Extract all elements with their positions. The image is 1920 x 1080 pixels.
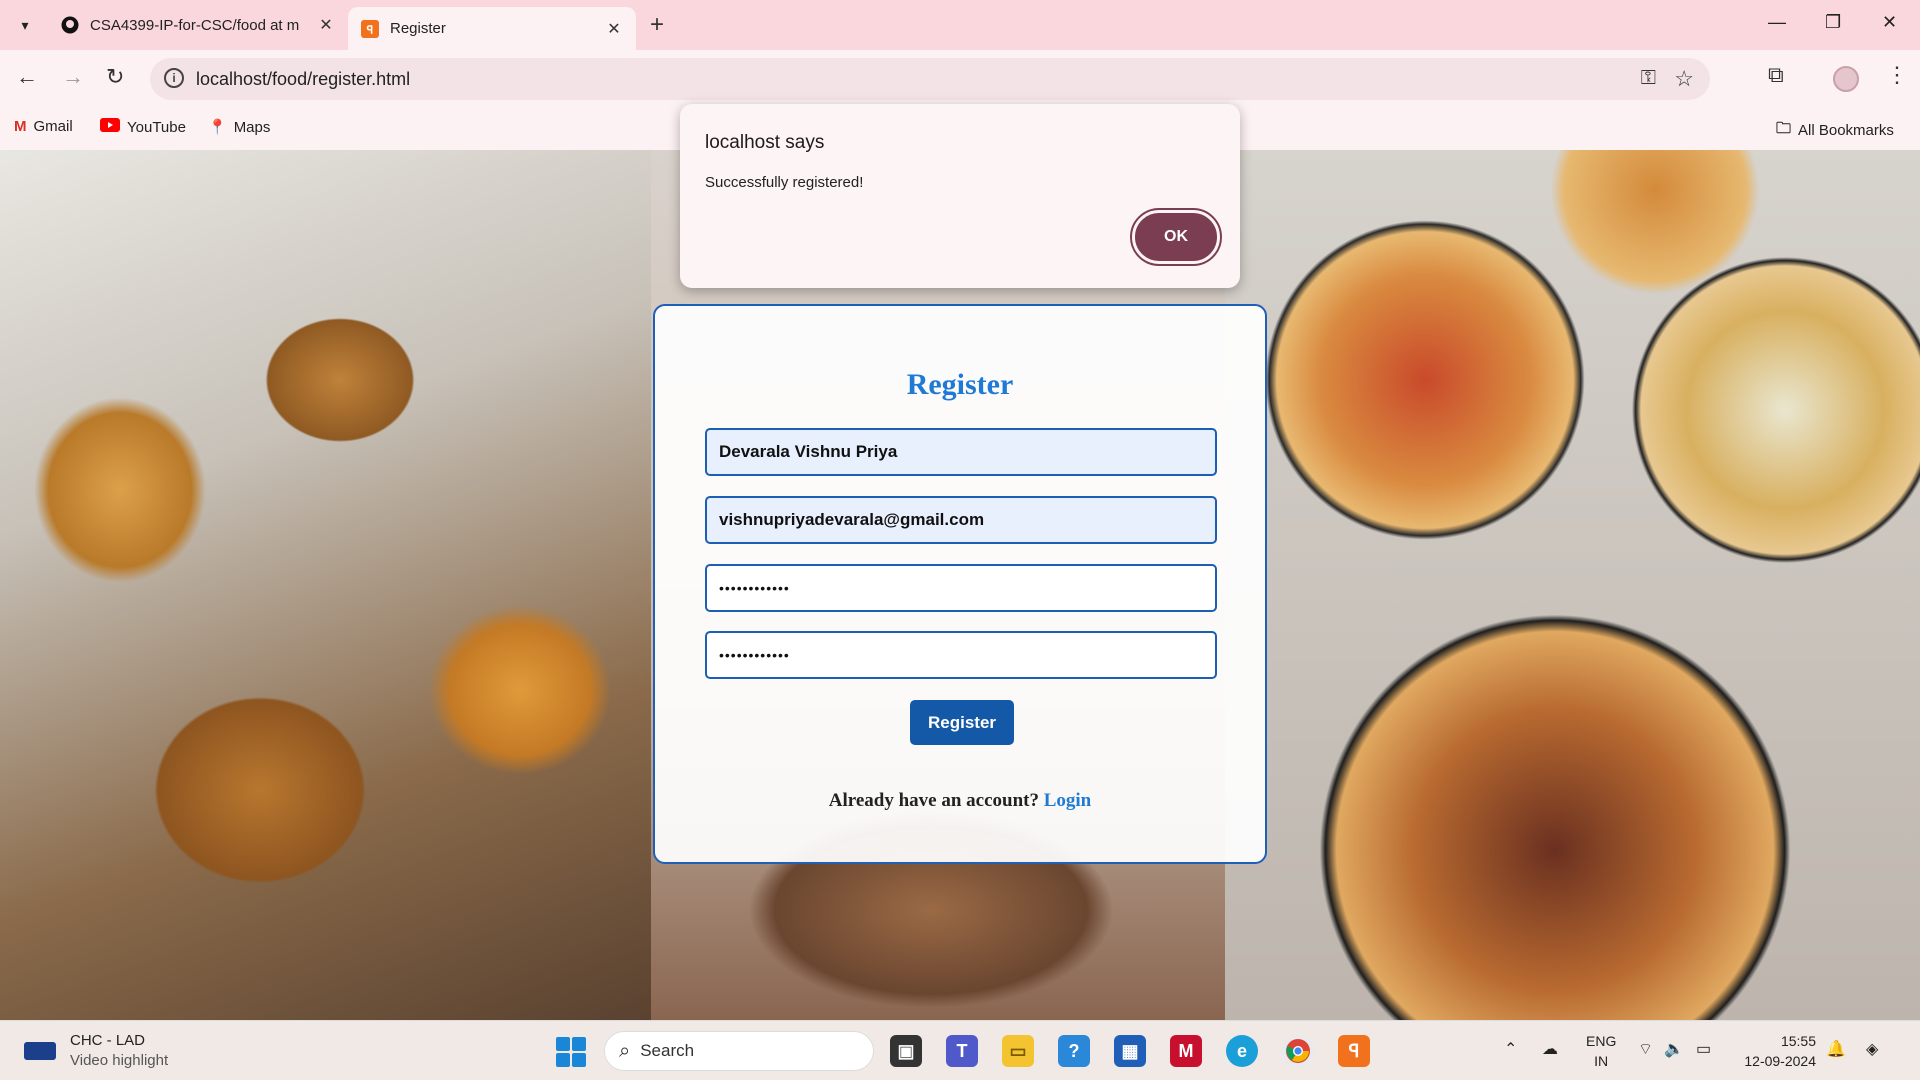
- folder-icon: 🗀: [1776, 120, 1792, 137]
- teams-icon[interactable]: T: [946, 1035, 978, 1067]
- tab-title: Register: [390, 20, 446, 37]
- bookmark-maps[interactable]: 📍 Maps: [208, 118, 271, 137]
- mlb-logo-icon: [24, 1042, 56, 1060]
- lang-top: ENG: [1586, 1033, 1617, 1049]
- mcafee-icon[interactable]: M: [1170, 1035, 1202, 1067]
- password-key-icon[interactable]: ⚿: [1641, 67, 1656, 90]
- bookmark-label: YouTube: [127, 118, 186, 136]
- dialog-title: localhost says: [705, 132, 825, 153]
- youtube-icon: [100, 118, 120, 136]
- xampp-taskbar-icon[interactable]: ꟼ: [1338, 1035, 1370, 1067]
- register-card: Register Devarala Vishnu Priya vishnupri…: [653, 304, 1267, 864]
- email-field[interactable]: vishnupriyadevarala@gmail.com: [705, 496, 1217, 544]
- file-explorer-icon[interactable]: ▭: [1002, 1035, 1034, 1067]
- bookmark-star-icon[interactable]: ☆: [1674, 66, 1694, 92]
- alert-dialog: localhost says Successfully registered! …: [680, 104, 1240, 288]
- ok-button[interactable]: OK: [1130, 208, 1222, 266]
- close-icon[interactable]: ✕: [604, 19, 624, 39]
- login-link[interactable]: Login: [1044, 790, 1092, 811]
- confirm-password-field[interactable]: ••••••••••••: [705, 631, 1217, 679]
- clock[interactable]: 15:55 12-09-2024: [1736, 1031, 1816, 1071]
- tray-chevron-icon[interactable]: ⌃: [1504, 1039, 1517, 1059]
- tab-search-button[interactable]: ▾: [10, 10, 40, 40]
- clock-date: 12-09-2024: [1744, 1053, 1816, 1069]
- tab-title: CSA4399-IP-for-CSC/food at m: [90, 16, 300, 34]
- maps-icon: 📍: [208, 119, 227, 136]
- task-view-icon[interactable]: ▣: [890, 1035, 922, 1067]
- lang-bottom: IN: [1594, 1053, 1609, 1069]
- address-bar[interactable]: i localhost/food/register.html ⚿ ☆: [150, 58, 1710, 100]
- burger-fries-image: [0, 150, 651, 1020]
- dialog-message: Successfully registered!: [705, 174, 864, 191]
- gmail-icon: M: [14, 118, 27, 135]
- bookmark-youtube[interactable]: YouTube: [100, 118, 186, 136]
- chrome-icon[interactable]: [1282, 1035, 1314, 1067]
- bookmark-gmail[interactable]: M Gmail: [14, 118, 73, 135]
- restore-icon[interactable]: ❐: [1825, 12, 1841, 33]
- clock-time: 15:55: [1780, 1033, 1816, 1049]
- windows-start-icon[interactable]: [556, 1037, 586, 1067]
- menu-kebab-icon[interactable]: ⋮: [1886, 62, 1908, 88]
- all-bookmarks[interactable]: 🗀 All Bookmarks: [1776, 118, 1894, 143]
- forward-icon[interactable]: →: [62, 64, 84, 90]
- register-button[interactable]: Register: [910, 700, 1014, 745]
- reload-icon[interactable]: ↻: [106, 64, 124, 90]
- profile-avatar[interactable]: [1833, 66, 1859, 92]
- back-icon[interactable]: ←: [16, 64, 38, 90]
- bookmark-label: Gmail: [33, 118, 73, 135]
- help-icon[interactable]: ?: [1058, 1035, 1090, 1067]
- close-icon[interactable]: ✕: [316, 15, 336, 35]
- tab-strip: ▾ CSA4399-IP-for-CSC/food at m ✕ ꟼ Regis…: [0, 0, 1920, 50]
- github-icon: [60, 15, 80, 35]
- store-icon[interactable]: ▦: [1114, 1035, 1146, 1067]
- taskbar: CHC - LAD Video highlight ⌕ Search ▣ T ▭…: [0, 1020, 1920, 1080]
- notification-bell-icon[interactable]: 🔔: [1826, 1039, 1846, 1059]
- news-widget[interactable]: CHC - LAD Video highlight: [24, 1031, 168, 1071]
- volume-muted-icon[interactable]: 🔈: [1664, 1039, 1684, 1059]
- pizza-image: [1225, 150, 1920, 1020]
- login-prompt-text: Already have an account?: [828, 790, 1039, 811]
- site-info-icon[interactable]: i: [164, 68, 184, 88]
- search-placeholder: Search: [640, 1041, 695, 1060]
- language-indicator[interactable]: ENG IN: [1586, 1031, 1616, 1071]
- browser-toolbar: ← → ↻ i localhost/food/register.html ⚿ ☆…: [0, 50, 1920, 108]
- tab-github[interactable]: CSA4399-IP-for-CSC/food at m ✕: [48, 7, 348, 43]
- bookmark-label: Maps: [233, 118, 271, 136]
- name-field[interactable]: Devarala Vishnu Priya: [705, 428, 1217, 476]
- bookmark-label: All Bookmarks: [1798, 122, 1894, 139]
- extensions-icon[interactable]: ⧉: [1768, 62, 1784, 88]
- new-tab-button[interactable]: +: [650, 11, 664, 39]
- svg-text:ꟼ: ꟼ: [367, 24, 374, 36]
- tab-register[interactable]: ꟼ Register ✕: [348, 7, 636, 50]
- close-window-icon[interactable]: ✕: [1882, 12, 1897, 33]
- search-icon: ⌕: [619, 1039, 631, 1062]
- login-prompt: Already have an account? Login: [655, 790, 1265, 812]
- register-title: Register: [906, 368, 1014, 401]
- xampp-icon: ꟼ: [360, 19, 380, 39]
- widget-subtitle: Video highlight: [70, 1052, 169, 1069]
- copilot-icon[interactable]: ◈: [1866, 1039, 1878, 1059]
- battery-icon[interactable]: ▭: [1696, 1039, 1711, 1059]
- taskbar-search[interactable]: ⌕ Search: [604, 1031, 874, 1071]
- edge-icon[interactable]: e: [1226, 1035, 1258, 1067]
- onedrive-icon[interactable]: ☁: [1542, 1039, 1558, 1059]
- url-text: localhost/food/register.html: [196, 69, 411, 89]
- minimize-icon[interactable]: —: [1768, 12, 1786, 33]
- wifi-icon[interactable]: ⌔: [1638, 1039, 1653, 1059]
- password-field[interactable]: ••••••••••••: [705, 564, 1217, 612]
- widget-title: CHC - LAD: [70, 1032, 146, 1049]
